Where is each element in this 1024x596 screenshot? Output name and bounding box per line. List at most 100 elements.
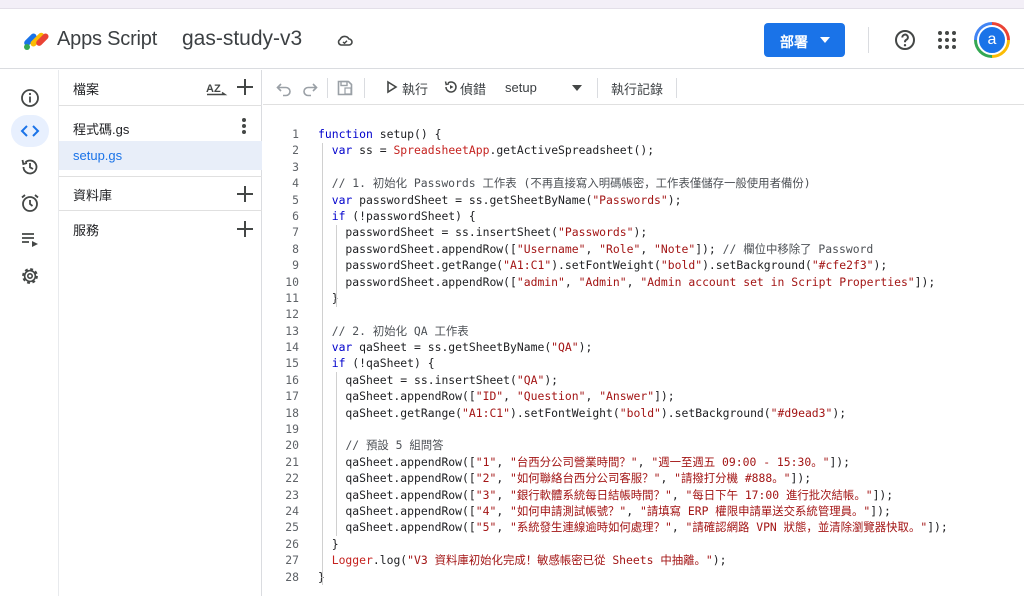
- libraries-section-title: 資料庫: [73, 188, 113, 203]
- redo-icon[interactable]: [301, 79, 319, 97]
- line-number: 6: [292, 208, 299, 223]
- toolbar-divider: [364, 78, 365, 98]
- code-line[interactable]: Logger.log("V3 資料庫初始化完成！敏感帳密已從 Sheets 中抽…: [318, 552, 1024, 568]
- add-service-plus-icon[interactable]: [237, 221, 253, 237]
- line-number: 10: [285, 274, 299, 289]
- undo-icon[interactable]: [275, 79, 293, 97]
- execution-log-label: 執行記錄: [611, 82, 664, 97]
- files-divider: [59, 105, 262, 106]
- debug-icon: [444, 81, 457, 93]
- line-number: 14: [285, 340, 299, 355]
- line-number: 5: [292, 192, 299, 207]
- code-line[interactable]: // 2. 初始化 QA 工作表: [318, 323, 1024, 339]
- code-editor[interactable]: 1 2 3 4 5 6 7 8 9 10 11 12 13 14 15 16 17 18 19 20 21 22 23 24 2…: [263, 106, 1024, 596]
- line-number: 9: [292, 258, 299, 273]
- code-line[interactable]: if (!qaSheet) {: [318, 355, 1024, 371]
- code-line[interactable]: function setup() {: [318, 126, 1024, 142]
- alarm-clock-icon: [21, 194, 39, 212]
- rail-settings-button[interactable]: [11, 260, 49, 292]
- save-icon[interactable]: [336, 79, 354, 97]
- line-number: 8: [292, 241, 299, 256]
- code-line[interactable]: qaSheet.appendRow(["2", "如何聯絡台西分公司客服？", …: [318, 470, 1024, 486]
- code-line[interactable]: }: [318, 290, 1024, 306]
- code-line[interactable]: qaSheet.appendRow(["3", "銀行軟體系統每日結帳時間？",…: [318, 487, 1024, 503]
- function-selector[interactable]: setup: [505, 80, 587, 98]
- line-number: 7: [292, 225, 299, 240]
- chevron-down-icon: [820, 37, 830, 43]
- line-number: 25: [285, 520, 299, 535]
- code-line[interactable]: if (!passwordSheet) {: [318, 208, 1024, 224]
- history-icon: [21, 159, 38, 175]
- header-divider: [868, 27, 869, 53]
- rail-editor-button[interactable]: [11, 115, 49, 147]
- line-number: 24: [285, 503, 299, 518]
- sort-az-icon[interactable]: AZ: [206, 80, 228, 96]
- indent-guide: [322, 143, 323, 585]
- line-number: 3: [292, 159, 299, 174]
- code-line[interactable]: qaSheet.appendRow(["1", "台西分公司營業時間？", "週…: [318, 454, 1024, 470]
- code-line[interactable]: passwordSheet.appendRow(["Username", "Ro…: [318, 241, 1024, 257]
- rail-overview-button[interactable]: [11, 82, 49, 114]
- toolbar-divider: [597, 78, 598, 98]
- app-header: Apps Script gas-study-v3 部署 a: [0, 9, 1024, 69]
- code-line[interactable]: var ss = SpreadsheetApp.getActiveSpreads…: [318, 142, 1024, 158]
- file-item-setup-gs[interactable]: setup.gs: [59, 141, 262, 170]
- line-number: 1: [292, 127, 299, 141]
- rail-history-button[interactable]: [11, 151, 49, 183]
- help-icon[interactable]: [893, 28, 917, 52]
- code-line[interactable]: passwordSheet.getRange("A1:C1").setFontW…: [318, 257, 1024, 273]
- apps-script-logo-icon[interactable]: [22, 28, 52, 52]
- app-brand-name[interactable]: Apps Script: [57, 28, 157, 51]
- services-section-header[interactable]: 服務: [59, 211, 262, 245]
- toolbar-divider: [676, 78, 677, 98]
- code-line[interactable]: passwordSheet.appendRow(["admin", "Admin…: [318, 274, 1024, 290]
- add-library-plus-icon[interactable]: [237, 186, 253, 202]
- apps-script-editor-window: Apps Script gas-study-v3 部署 a 檔案 AZ 程式碼.…: [0, 0, 1024, 596]
- code-line[interactable]: ​: [318, 421, 1024, 437]
- line-number: 12: [285, 307, 299, 322]
- files-section-header: 檔案 AZ: [59, 70, 262, 104]
- dropdown-arrow-icon: [572, 85, 582, 91]
- line-number: 21: [285, 454, 299, 469]
- file-item-code-gs[interactable]: 程式碼.gs: [59, 112, 262, 141]
- code-line[interactable]: var passwordSheet = ss.getSheetByName("P…: [318, 192, 1024, 208]
- google-apps-grid-icon[interactable]: [936, 29, 958, 51]
- code-line[interactable]: // 預設 5 組問答: [318, 437, 1024, 453]
- line-number: 18: [285, 405, 299, 420]
- code-line[interactable]: }: [318, 536, 1024, 552]
- rail-executions-button[interactable]: [11, 223, 49, 255]
- add-file-plus-icon[interactable]: [237, 79, 253, 95]
- line-number: 4: [292, 176, 299, 191]
- code-line[interactable]: // 1. 初始化 Passwords 工作表 (不再直接寫入明碼帳密，工作表僅…: [318, 175, 1024, 191]
- files-panel: 檔案 AZ 程式碼.gs setup.gs 資料庫 服務: [58, 70, 262, 596]
- files-section-title: 檔案: [73, 82, 100, 97]
- info-icon: [21, 89, 39, 107]
- code-line[interactable]: qaSheet.appendRow(["5", "系統發生連線逾時如何處理？",…: [318, 519, 1024, 535]
- code-line[interactable]: qaSheet.getRange("A1:C1").setFontWeight(…: [318, 405, 1024, 421]
- project-name[interactable]: gas-study-v3: [182, 27, 302, 51]
- code-line[interactable]: ​: [318, 306, 1024, 322]
- line-number: 13: [285, 323, 299, 338]
- code-line[interactable]: passwordSheet = ss.insertSheet("Password…: [318, 224, 1024, 240]
- more-vert-icon[interactable]: [242, 118, 246, 134]
- code-line[interactable]: qaSheet.appendRow(["4", "如何申請測試帳號？", "請填…: [318, 503, 1024, 519]
- avatar: a: [977, 25, 1007, 55]
- rail-triggers-button[interactable]: [11, 187, 49, 219]
- line-number: 11: [285, 290, 299, 305]
- line-number: 23: [285, 487, 299, 502]
- account-avatar-button[interactable]: a: [974, 22, 1010, 58]
- code-line[interactable]: qaSheet = ss.insertSheet("QA");: [318, 372, 1024, 388]
- function-selector-value: setup: [505, 80, 537, 95]
- play-icon: [387, 80, 398, 94]
- libraries-section-header[interactable]: 資料庫: [59, 176, 262, 210]
- deploy-button[interactable]: 部署: [764, 23, 845, 57]
- code-line[interactable]: ​: [318, 159, 1024, 175]
- code-line[interactable]: var qaSheet = ss.getSheetByName("QA");: [318, 339, 1024, 355]
- indent-guide: [336, 372, 337, 536]
- code-content[interactable]: function setup() { var ss = SpreadsheetA…: [318, 126, 1024, 585]
- line-number: 15: [285, 356, 299, 371]
- code-line[interactable]: }: [318, 569, 1024, 585]
- browser-top-strip: [0, 0, 1024, 9]
- code-line[interactable]: qaSheet.appendRow(["ID", "Question", "An…: [318, 388, 1024, 404]
- file-name: 程式碼.gs: [73, 122, 130, 137]
